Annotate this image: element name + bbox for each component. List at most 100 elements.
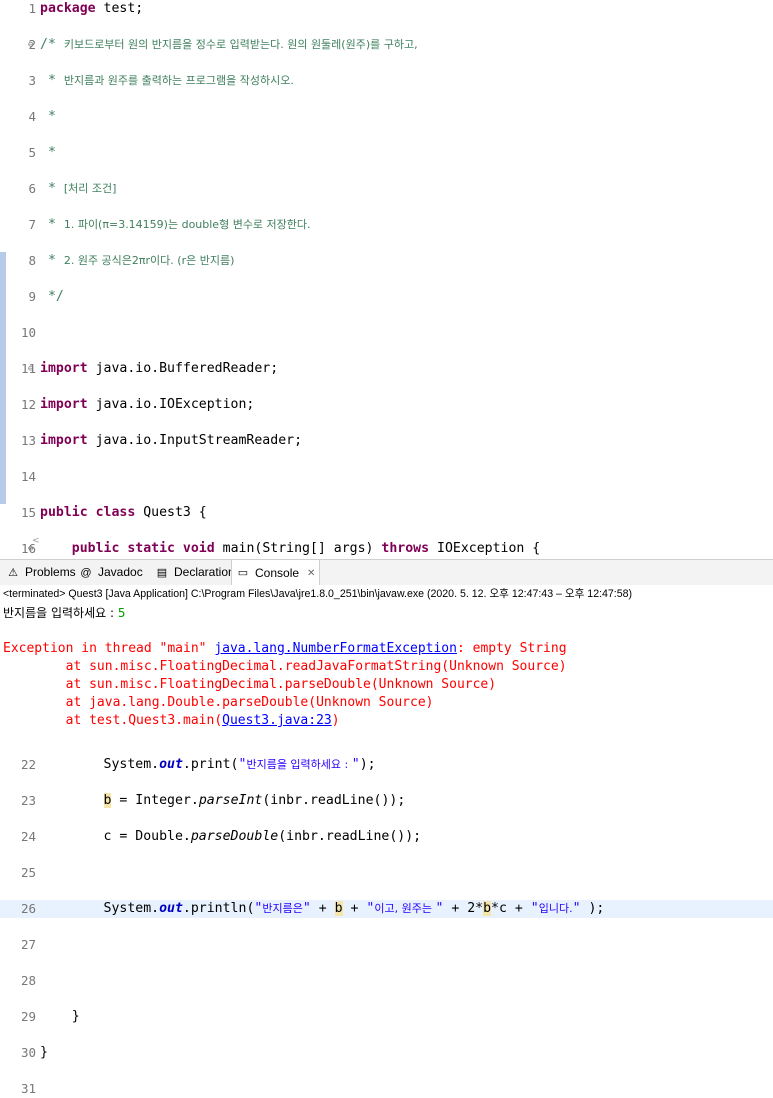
code-token: + — [310, 901, 335, 916]
line-gutter: 8 — [0, 252, 40, 270]
code-token: 반지름과 원주를 출력하는 프로그램을 작성하시오. — [63, 74, 294, 87]
code-line[interactable]: 14 — [0, 468, 773, 486]
code-token: IOException { — [429, 541, 541, 556]
code-line[interactable]: 3 * 반지름과 원주를 출력하는 프로그램을 작성하시오. — [0, 72, 773, 90]
code-editor[interactable]: 1 package test; 2 ⊖/* 키보드로부터 원의 반지름을 정수로 입력… — [0, 0, 773, 1096]
horizontal-scroll-arrow-icon[interactable]: < — [32, 536, 40, 546]
code-line[interactable]: 11 ⊖ import java.io.BufferedReader; — [0, 360, 773, 378]
code-token: *c + — [491, 901, 531, 916]
line-number: 3 — [28, 73, 36, 88]
line-gutter: 24 — [0, 828, 40, 846]
line-gutter: 13 — [0, 432, 40, 450]
line-number: 10 — [20, 325, 36, 340]
code-line[interactable]: 13 import java.io.InputStreamReader; — [0, 432, 773, 450]
line-number: 6 — [28, 181, 36, 196]
line-gutter: 22 — [0, 756, 40, 774]
code-token: " — [366, 901, 375, 916]
line-gutter: 2 ⊖ — [0, 36, 40, 54]
code-text: /* 키보드로부터 원의 반지름을 정수로 입력받는다. 원의 원둘레(원주)를… — [40, 36, 418, 54]
line-gutter: 10 — [0, 324, 40, 342]
line-gutter: 31 — [0, 1080, 40, 1098]
code-line[interactable]: 16 ⊖ public static void main(String[] arg… — [0, 540, 773, 558]
close-icon[interactable]: ✕ — [307, 561, 315, 586]
code-text: } — [40, 1044, 48, 1062]
code-line[interactable]: 31 — [0, 1080, 773, 1098]
code-line[interactable]: 5 * — [0, 144, 773, 162]
code-line[interactable]: 28 — [0, 972, 773, 990]
code-line[interactable]: 22 System.out.print("반지름을 입력하세요 : "); — [0, 756, 773, 774]
fold-toggle-icon[interactable]: ⊖ — [28, 36, 33, 54]
code-token: 이고, 원주는 — [374, 902, 436, 915]
code-token: * — [40, 109, 56, 124]
line-number: 13 — [20, 433, 36, 448]
code-line[interactable]: 23 b = Integer.parseInt(inbr.readLine())… — [0, 792, 773, 810]
code-line[interactable]: 15 public class Quest3 { — [0, 504, 773, 522]
console-icon: ▭ — [237, 567, 249, 579]
code-line[interactable]: 24 c = Double.parseDouble(inbr.readLine(… — [0, 828, 773, 846]
code-line[interactable]: 9 */ — [0, 288, 773, 306]
views-tab-bar: ⚠ Problems @ Javadoc ▤ Declaration ▭ Console ✕ — [0, 559, 773, 586]
code-token: b — [483, 901, 492, 916]
line-gutter: 9 — [0, 288, 40, 306]
code-token: [처리 조건] — [63, 182, 117, 195]
line-gutter: 27 — [0, 936, 40, 954]
code-token: * — [40, 145, 56, 160]
code-token: import — [40, 433, 88, 448]
code-token: public class — [40, 505, 136, 520]
tab-problems[interactable]: ⚠ Problems — [2, 560, 80, 585]
code-text: System.out.print("반지름을 입력하세요 : "); — [40, 756, 376, 774]
line-gutter: 4 — [0, 108, 40, 126]
code-line[interactable]: 2 ⊖/* 키보드로부터 원의 반지름을 정수로 입력받는다. 원의 원둘레(원주… — [0, 36, 773, 54]
code-line[interactable]: 12 import java.io.IOException; — [0, 396, 773, 414]
code-line[interactable]: 1 package test; — [0, 0, 773, 18]
stack-frame: at test.Quest3.main(Quest3.java:23) — [3, 712, 340, 730]
code-token: * — [40, 217, 64, 232]
line-number: 22 — [20, 757, 36, 772]
code-token: import — [40, 397, 88, 412]
code-line[interactable]: 27 — [0, 936, 773, 954]
code-text: * 반지름과 원주를 출력하는 프로그램을 작성하시오. — [40, 72, 294, 90]
fold-toggle-icon[interactable]: ⊖ — [28, 360, 33, 378]
code-text: */ — [40, 288, 64, 306]
line-number: 29 — [20, 1009, 36, 1024]
stack-frame: at sun.misc.FloatingDecimal.readJavaForm… — [3, 659, 567, 674]
code-line[interactable]: 6 * [처리 조건] — [0, 180, 773, 198]
tab-declaration[interactable]: ▤ Declaration — [151, 560, 239, 585]
code-token: out — [159, 757, 183, 772]
code-line[interactable]: 10 — [0, 324, 773, 342]
code-token: " — [302, 901, 311, 916]
code-line[interactable]: 4 * — [0, 108, 773, 126]
code-token: c = Double. — [40, 829, 191, 844]
line-gutter: 11 ⊖ — [0, 360, 40, 378]
code-token: + 2* — [443, 901, 484, 916]
exception-link[interactable]: java.lang.NumberFormatException — [214, 641, 457, 656]
code-token: 반지름은 — [262, 902, 303, 915]
code-token: " — [351, 757, 360, 772]
line-number: 5 — [28, 145, 36, 160]
problems-icon: ⚠ — [8, 566, 18, 579]
code-token: parseDouble — [190, 829, 279, 844]
code-token: */ — [40, 289, 64, 304]
code-token: 입니다. — [538, 902, 573, 915]
code-text: * [처리 조건] — [40, 180, 116, 198]
code-token: test; — [95, 1, 144, 16]
source-link[interactable]: Quest3.java:23 — [222, 713, 332, 728]
code-line[interactable]: 30} — [0, 1044, 773, 1062]
line-number: 15 — [20, 505, 36, 520]
stack-frame-text: at test.Quest3.main( — [3, 713, 223, 728]
code-line[interactable]: 25 — [0, 864, 773, 882]
code-line[interactable]: 7 * 1. 파이(π=3.14159)는 double형 변수로 저장한다. — [0, 216, 773, 234]
code-line[interactable]: 26 System.out.println("반지름은" + b + "이고, … — [0, 900, 773, 918]
code-text: c = Double.parseDouble(inbr.readLine()); — [40, 828, 422, 846]
code-line[interactable]: 8 * 2. 원주 공식은2πr이다. (r은 반지름) — [0, 252, 773, 270]
code-text: * — [40, 144, 56, 162]
code-line[interactable]: 29 } — [0, 1008, 773, 1026]
exception-message: : empty String — [456, 641, 567, 656]
console-view[interactable]: <terminated> Quest3 [Java Application] C… — [0, 585, 773, 733]
code-token: " — [238, 757, 247, 772]
tab-javadoc[interactable]: @ Javadoc — [75, 560, 147, 585]
line-gutter: 3 — [0, 72, 40, 90]
tab-console[interactable]: ▭ Console ✕ — [231, 560, 321, 586]
code-token: + — [342, 901, 367, 916]
